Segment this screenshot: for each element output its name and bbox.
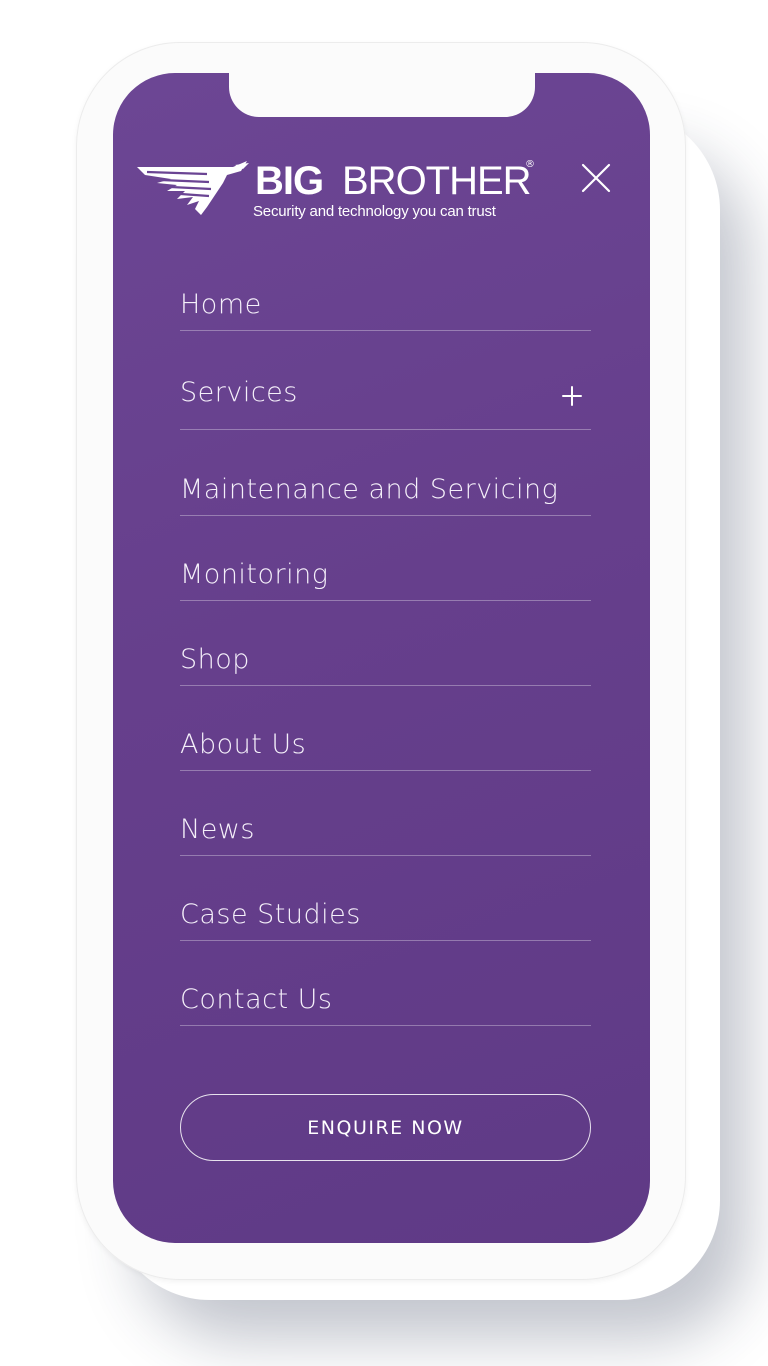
brand-name-bold: BIG	[255, 159, 324, 203]
nav-item-news[interactable]: News	[180, 771, 591, 856]
plus-icon[interactable]	[561, 385, 583, 407]
nav-item-case-studies[interactable]: Case Studies	[180, 856, 591, 941]
nav-item-about-us[interactable]: About Us	[180, 686, 591, 771]
nav-item-home[interactable]: Home	[180, 278, 591, 331]
nav-item-maintenance-and-servicing[interactable]: Maintenance and Servicing	[180, 430, 591, 516]
registered-mark: ®	[525, 159, 535, 170]
main-navigation: Home Services Maintenance and Servicing …	[180, 278, 591, 1026]
nav-item-monitoring[interactable]: Monitoring	[180, 516, 591, 601]
mobile-menu-screen: BIG BROTHER ® Security and technology yo…	[113, 73, 650, 1243]
enquire-now-button[interactable]: ENQUIRE NOW	[180, 1094, 591, 1161]
enquire-now-label: ENQUIRE NOW	[307, 1116, 464, 1139]
nav-item-services[interactable]: Services	[180, 331, 591, 430]
nav-item-label: Case Studies	[180, 899, 361, 930]
nav-item-label: Services	[180, 377, 298, 408]
nav-item-label: Contact Us	[180, 984, 333, 1015]
nav-item-label: News	[180, 814, 255, 845]
nav-item-label: Home	[180, 289, 262, 320]
eagle-wing-icon	[137, 161, 249, 215]
brand-tagline: Security and technology you can trust	[253, 203, 496, 220]
device-notch	[229, 73, 535, 117]
nav-item-label: Monitoring	[180, 559, 329, 590]
nav-item-shop[interactable]: Shop	[180, 601, 591, 686]
nav-item-label: Maintenance and Servicing	[180, 474, 559, 505]
brand-name-light: BROTHER	[342, 159, 532, 203]
close-icon	[581, 163, 611, 193]
nav-item-label: Shop	[180, 644, 250, 675]
nav-item-contact-us[interactable]: Contact Us	[180, 941, 591, 1026]
brand-logo[interactable]: BIG BROTHER ® Security and technology yo…	[137, 159, 537, 225]
close-menu-button[interactable]	[579, 161, 613, 195]
nav-item-label: About Us	[180, 729, 307, 760]
